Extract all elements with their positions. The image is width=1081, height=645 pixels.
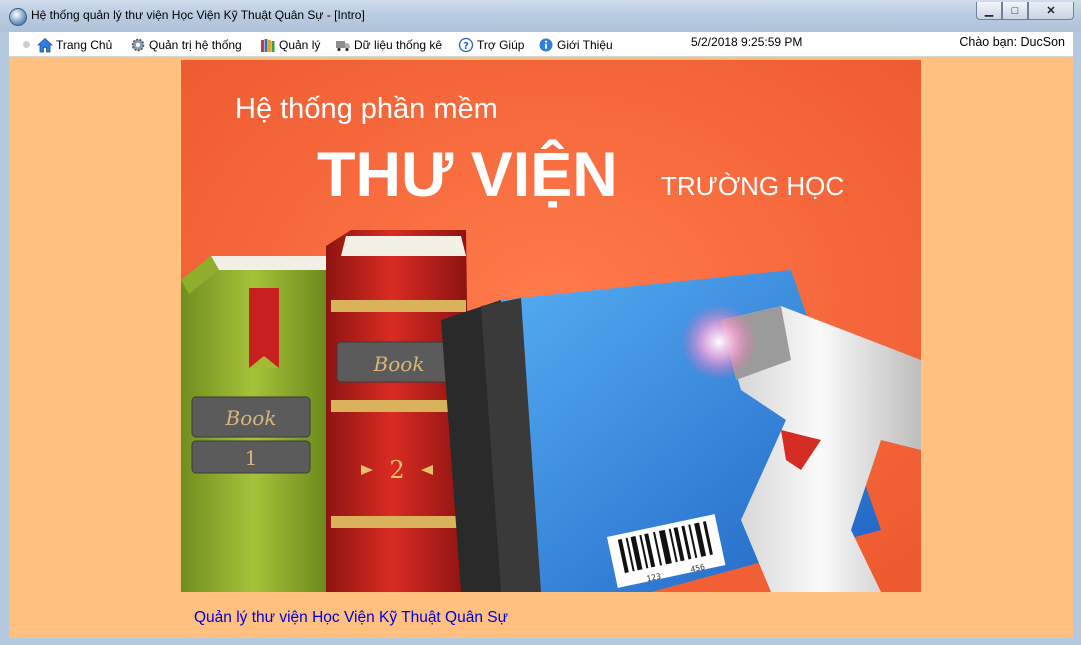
close-button[interactable]: ✕	[1028, 2, 1074, 20]
book1-number: 1	[245, 446, 258, 470]
main-content: Hệ thống phần mềm THƯ VIỆN TRƯỜNG HỌC Bo…	[9, 57, 1073, 638]
truck-icon	[335, 37, 351, 53]
minimize-button[interactable]: ▁	[976, 2, 1002, 20]
menu-item-label: Trợ Giúp	[477, 38, 525, 52]
banner-line3: TRƯỜNG HỌC	[661, 171, 844, 201]
minimize-icon: ▁	[984, 5, 994, 17]
menu-item-tro-giup[interactable]: ? Trợ Giúp	[458, 36, 524, 54]
menu-item-trang-chu[interactable]: Trang Chủ	[37, 36, 112, 54]
menu-item-quan-tri-he-thong[interactable]: Quản trị hệ thống	[130, 36, 242, 54]
svg-text:?: ?	[463, 41, 469, 52]
maximize-icon: □	[1011, 4, 1019, 17]
title-bar: Hệ thống quản lý thư viện Học Viện Kỹ Th…	[0, 0, 1081, 33]
window-title: Hệ thống quản lý thư viện Học Viện Kỹ Th…	[31, 8, 365, 22]
window-bottom-border	[9, 638, 1073, 645]
close-icon: ✕	[1046, 5, 1056, 17]
banner-line1: Hệ thống phần mềm	[235, 93, 498, 125]
green-book: Book 1	[181, 256, 326, 592]
menu-bar: Trang Chủ Quản trị hệ thống Quản lý Dữ l…	[9, 32, 1073, 57]
menu-item-label: Quản trị hệ thống	[149, 38, 242, 52]
books-icon	[260, 37, 276, 53]
info-icon	[538, 37, 554, 53]
book2-label: Book	[373, 352, 425, 376]
datetime-label: 5/2/2018 9:25:59 PM	[691, 35, 803, 49]
book1-label: Book	[225, 406, 277, 430]
menu-item-quan-ly[interactable]: Quản lý	[260, 36, 320, 54]
menu-item-label: Dữ liệu thống kê	[354, 38, 443, 52]
menu-item-label: Giới Thiệu	[557, 38, 613, 52]
help-icon: ?	[458, 37, 474, 53]
greeting-label: Chào bạn: DucSon	[959, 35, 1065, 49]
book2-number: 2	[389, 456, 404, 484]
intro-banner: Hệ thống phần mềm THƯ VIỆN TRƯỜNG HỌC Bo…	[181, 60, 921, 592]
menu-grip-icon[interactable]	[23, 41, 30, 48]
app-icon[interactable]	[9, 8, 27, 26]
footer-caption: Quản lý thư viện Học Viện Kỹ Thuật Quân …	[194, 609, 508, 626]
menu-item-du-lieu-thong-ke[interactable]: Dữ liệu thống kê	[335, 36, 442, 54]
maximize-button[interactable]: □	[1002, 2, 1028, 20]
menu-item-gioi-thieu[interactable]: Giới Thiệu	[538, 36, 613, 54]
menu-item-label: Quản lý	[279, 38, 321, 52]
banner-line2: THƯ VIỆN	[317, 139, 618, 210]
banner-illustration: Hệ thống phần mềm THƯ VIỆN TRƯỜNG HỌC Bo…	[181, 60, 921, 592]
gear-icon	[130, 37, 146, 53]
menu-item-label: Trang Chủ	[56, 38, 113, 52]
home-icon	[37, 37, 53, 53]
